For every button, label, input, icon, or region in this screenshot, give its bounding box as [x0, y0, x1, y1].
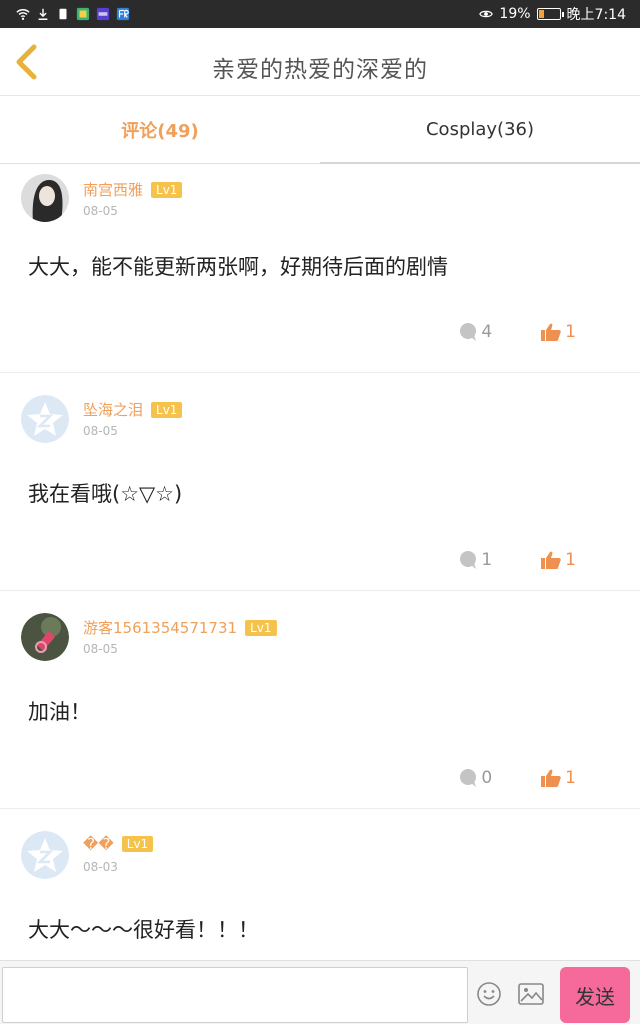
reply-count: 4: [481, 322, 493, 342]
eye-icon: [479, 10, 494, 18]
comment-actions: 4 1: [458, 322, 576, 342]
wifi-icon: [16, 9, 30, 20]
emoji-button[interactable]: [476, 981, 502, 1007]
comment-username[interactable]: 游客1561354571731 Lv1: [83, 617, 277, 638]
like-button[interactable]: 1: [540, 550, 576, 570]
status-bar: 19% 晚上7:14: [0, 0, 640, 28]
reply-count: 0: [481, 768, 493, 788]
reply-button[interactable]: 4: [458, 322, 492, 342]
level-badge: Lv1: [245, 620, 277, 636]
reply-button[interactable]: 0: [458, 768, 492, 788]
like-count: 1: [565, 768, 576, 788]
image-icon: [518, 983, 544, 1005]
level-badge: Lv1: [121, 836, 154, 852]
avatar[interactable]: [21, 613, 69, 661]
comment-item: 坠海之泪 Lv1 08-05 我在看哦(☆▽☆) 1 1: [0, 373, 640, 591]
reply-button[interactable]: 1: [458, 550, 492, 570]
battery-percent: 19%: [499, 6, 531, 22]
comment-input-bar: 发送: [0, 960, 640, 1024]
comment-text: 我在看哦(☆▽☆): [28, 482, 183, 506]
comment-date: 08-05: [83, 204, 118, 218]
sim-icon: [59, 8, 67, 20]
comment-item: �� Lv1 08-03 大大～～～很好看！！！: [0, 809, 640, 960]
notification-icon: [76, 7, 90, 21]
comment-date: 08-05: [83, 642, 118, 656]
level-badge: Lv1: [151, 402, 183, 418]
comment-actions: 0 1: [458, 768, 576, 788]
status-bar-left: [16, 7, 130, 21]
avatar[interactable]: [21, 831, 69, 879]
app-fr-icon: [116, 7, 130, 21]
reply-bubble-icon: [460, 323, 477, 341]
avatar[interactable]: [21, 395, 69, 443]
username-text: 游客1561354571731: [83, 619, 238, 637]
status-bar-right: 19% 晚上7:14: [479, 4, 626, 24]
thumbs-up-icon: [541, 769, 561, 787]
tab-bar: 评论(49) Cosplay(36): [0, 96, 640, 164]
comment-date: 08-05: [83, 424, 118, 438]
user-photo-avatar: [21, 174, 69, 222]
comment-actions: 1 1: [458, 550, 576, 570]
app-icon: [96, 7, 110, 21]
smiley-icon: [477, 982, 501, 1006]
user-photo-avatar: [21, 613, 69, 661]
username-text: 坠海之泪: [83, 401, 144, 419]
comment-text: 加油！: [28, 700, 91, 724]
download-icon: [38, 8, 48, 20]
tab-comments[interactable]: 评论(49): [0, 96, 320, 163]
like-button[interactable]: 1: [540, 768, 576, 788]
like-count: 1: [565, 550, 576, 570]
send-button[interactable]: 发送: [560, 967, 630, 1023]
reply-count: 1: [481, 550, 493, 570]
battery-icon: [536, 8, 564, 20]
comment-item: 南宫西雅 Lv1 08-05 大大，能不能更新两张啊，好期待后面的剧情 4 1: [0, 164, 640, 373]
comment-item: 游客1561354571731 Lv1 08-05 加油！ 0 1: [0, 591, 640, 809]
comment-text: 大大，能不能更新两张啊，好期待后面的剧情: [28, 255, 448, 279]
avatar[interactable]: [21, 174, 69, 222]
page-title: 亲爱的热爱的深爱的: [212, 57, 428, 83]
image-button[interactable]: [517, 981, 545, 1007]
username-text: 南宫西雅: [83, 181, 144, 199]
thumbs-up-icon: [541, 551, 561, 569]
comment-username[interactable]: �� Lv1: [83, 835, 154, 853]
comment-username[interactable]: 坠海之泪 Lv1: [83, 399, 183, 420]
tab-cosplay[interactable]: Cosplay(36): [320, 96, 640, 164]
status-time: 晚上7:14: [566, 7, 626, 23]
thumbs-up-icon: [541, 323, 561, 341]
comment-date: 08-03: [83, 860, 118, 874]
username-text: ��: [83, 835, 114, 853]
comment-username[interactable]: 南宫西雅 Lv1: [83, 179, 183, 200]
app-header: 亲爱的热爱的深爱的: [0, 28, 640, 96]
default-avatar-icon: [21, 395, 69, 443]
default-avatar-icon: [21, 831, 69, 879]
like-button[interactable]: 1: [540, 322, 576, 342]
comment-text: 大大～～～很好看！！！: [28, 918, 259, 942]
comment-input[interactable]: [2, 967, 468, 1023]
like-count: 1: [565, 322, 576, 342]
comment-list[interactable]: 南宫西雅 Lv1 08-05 大大，能不能更新两张啊，好期待后面的剧情 4 1: [0, 164, 640, 960]
reply-bubble-icon: [460, 769, 477, 787]
level-badge: Lv1: [151, 182, 183, 198]
reply-bubble-icon: [460, 551, 477, 569]
